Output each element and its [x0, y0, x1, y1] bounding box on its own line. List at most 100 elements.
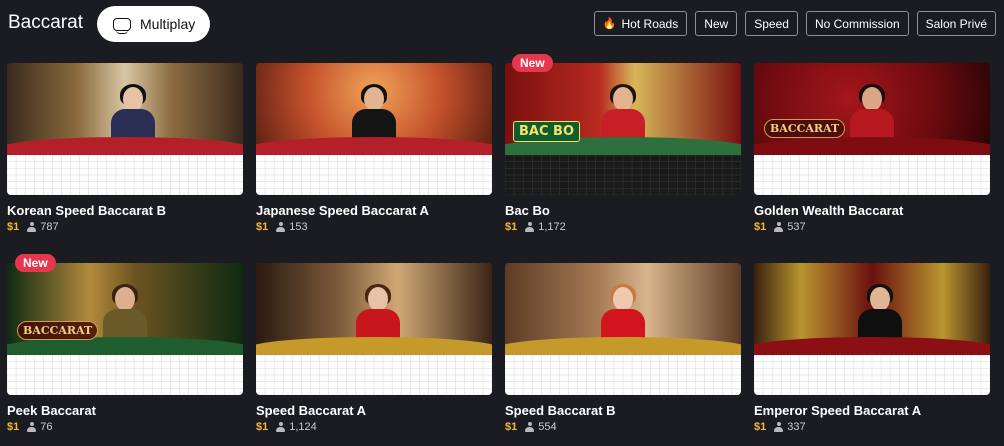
- bead-road: [256, 155, 492, 195]
- table-logo: BACCARAT: [17, 321, 99, 340]
- table-meta: $1 153: [256, 221, 308, 233]
- table-meta: $1 1,124: [256, 421, 317, 433]
- min-bet: $1: [256, 421, 269, 433]
- table-meta: $1 537: [754, 221, 806, 233]
- filter-hot-roads[interactable]: 🔥 Hot Roads: [593, 11, 688, 36]
- user-icon: [525, 222, 535, 232]
- filter-label: Speed: [754, 16, 789, 31]
- player-count: 787: [40, 221, 59, 233]
- game-card[interactable]: Korean Speed Baccarat B $1 787: [7, 63, 243, 241]
- bead-road: [505, 355, 741, 395]
- min-bet: $1: [7, 421, 20, 433]
- roadmap-grid: [505, 155, 741, 195]
- table-name[interactable]: Bac Bo: [505, 203, 550, 218]
- filter-no-commission[interactable]: No Commission: [805, 11, 909, 36]
- table-name[interactable]: Speed Baccarat A: [256, 403, 366, 418]
- min-bet: $1: [754, 421, 767, 433]
- live-video: BACCARAT: [754, 63, 990, 155]
- new-badge: New: [15, 254, 56, 272]
- table-thumbnail[interactable]: [505, 263, 741, 395]
- min-bet: $1: [754, 221, 767, 233]
- table-meta: $1 337: [754, 421, 806, 433]
- bead-road: [754, 355, 990, 395]
- user-icon: [774, 422, 784, 432]
- bead-road: [505, 155, 741, 195]
- game-card[interactable]: Japanese Speed Baccarat A $1 153: [256, 63, 492, 241]
- player-count: 1,124: [289, 421, 317, 433]
- live-video: [7, 63, 243, 155]
- flame-icon: 🔥: [602, 18, 617, 30]
- game-card[interactable]: BACCARAT Golden Wealth Baccarat $1 537: [754, 63, 990, 241]
- filter-label: Hot Roads: [621, 16, 679, 31]
- min-bet: $1: [505, 221, 518, 233]
- live-video: [256, 263, 492, 355]
- multiplay-label: Multiplay: [140, 16, 196, 32]
- table-meta: $1 554: [505, 421, 557, 433]
- filter-label: No Commission: [814, 16, 900, 31]
- live-video: [754, 263, 990, 355]
- filter-new[interactable]: New: [695, 11, 738, 36]
- min-bet: $1: [505, 421, 518, 433]
- table-meta: $1 787: [7, 221, 59, 233]
- player-count: 537: [787, 221, 806, 233]
- table-thumbnail[interactable]: BACCARAT: [754, 63, 990, 195]
- live-video: [256, 63, 492, 155]
- top-bar: Baccarat Multiplay 🔥 Hot Roads New Speed…: [0, 0, 1004, 48]
- table-logo: BACCARAT: [764, 119, 846, 138]
- filter-label: Salon Privé: [925, 16, 987, 31]
- live-video: BAC BO: [505, 63, 741, 155]
- table-name[interactable]: Golden Wealth Baccarat: [754, 203, 903, 218]
- roadmap-grid: [7, 155, 243, 195]
- multiplay-icon: [113, 17, 131, 34]
- table-thumbnail[interactable]: [754, 263, 990, 395]
- user-icon: [276, 222, 286, 232]
- table-meta: $1 1,172: [505, 221, 566, 233]
- page-title: Baccarat: [8, 12, 83, 33]
- game-card[interactable]: Emperor Speed Baccarat A $1 337: [754, 263, 990, 441]
- min-bet: $1: [7, 221, 20, 233]
- player-count: 337: [787, 421, 806, 433]
- player-count: 554: [538, 421, 557, 433]
- game-card[interactable]: Speed Baccarat A $1 1,124: [256, 263, 492, 441]
- bead-road: [754, 155, 990, 195]
- table-thumbnail[interactable]: [7, 63, 243, 195]
- table-thumbnail[interactable]: BAC BO: [505, 63, 741, 195]
- table-thumbnail[interactable]: BACCARAT: [7, 263, 243, 395]
- table-thumbnail[interactable]: [256, 63, 492, 195]
- live-video: [505, 263, 741, 355]
- roadmap-grid: [754, 355, 990, 395]
- user-icon: [276, 422, 286, 432]
- table-name[interactable]: Speed Baccarat B: [505, 403, 616, 418]
- table-grid: Korean Speed Baccarat B $1 787 Japanese …: [7, 54, 997, 441]
- multiplay-button[interactable]: Multiplay: [97, 6, 210, 42]
- filter-speed[interactable]: Speed: [745, 11, 798, 36]
- filter-label: New: [704, 16, 729, 31]
- bead-road: [7, 355, 243, 395]
- table-name[interactable]: Peek Baccarat: [7, 403, 96, 418]
- bead-road: [256, 355, 492, 395]
- table-thumbnail[interactable]: [256, 263, 492, 395]
- table-name[interactable]: Korean Speed Baccarat B: [7, 203, 166, 218]
- user-icon: [774, 222, 784, 232]
- player-count: 153: [289, 221, 308, 233]
- roadmap-grid: [754, 155, 990, 195]
- roadmap-grid: [256, 155, 492, 195]
- bead-road: [7, 155, 243, 195]
- filter-chips: 🔥 Hot Roads New Speed No Commission Salo…: [593, 11, 996, 36]
- player-count: 76: [40, 421, 53, 433]
- game-card[interactable]: New BAC BO Bac Bo $1 1,172: [505, 54, 741, 241]
- game-card[interactable]: New BACCARAT Peek Baccarat $1 76: [7, 254, 243, 441]
- user-icon: [27, 222, 37, 232]
- table-name[interactable]: Japanese Speed Baccarat A: [256, 203, 429, 218]
- live-video: BACCARAT: [7, 263, 243, 355]
- filter-salon-prive[interactable]: Salon Privé: [916, 11, 996, 36]
- user-icon: [525, 422, 535, 432]
- table-logo: BAC BO: [513, 121, 580, 142]
- new-badge: New: [512, 54, 553, 72]
- table-name[interactable]: Emperor Speed Baccarat A: [754, 403, 921, 418]
- game-card[interactable]: Speed Baccarat B $1 554: [505, 263, 741, 441]
- table-meta: $1 76: [7, 421, 53, 433]
- player-count: 1,172: [538, 221, 566, 233]
- roadmap-grid: [505, 355, 741, 395]
- min-bet: $1: [256, 221, 269, 233]
